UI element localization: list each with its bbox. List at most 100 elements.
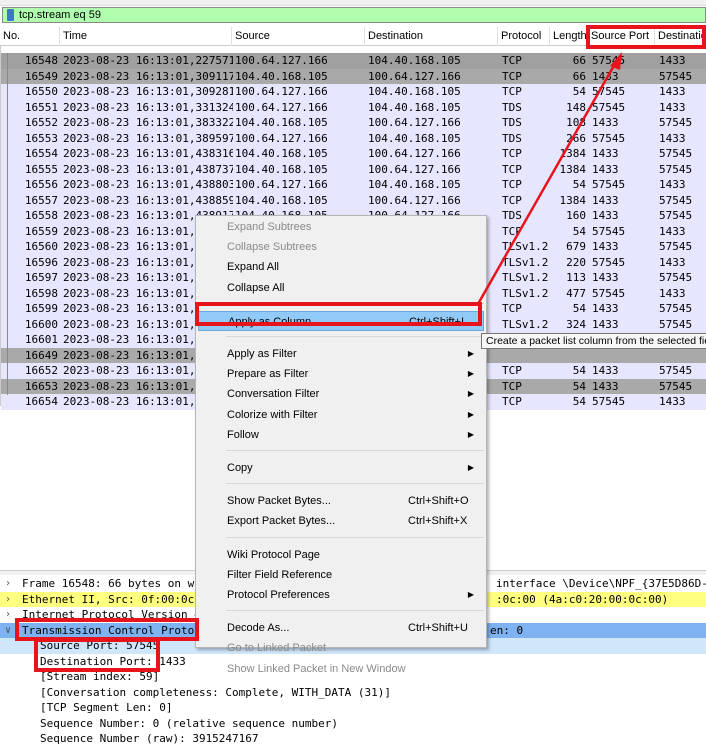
column-header-time[interactable]: Time — [60, 27, 232, 46]
column-header-source[interactable]: Source — [232, 27, 365, 46]
packet-row[interactable]: 16549 2023-08-23 16:13:01,309117 104.40.16… — [1, 68, 706, 84]
menu-item-apply-as-filter[interactable]: Apply as Filter ▶ — [198, 344, 484, 364]
menu-item-show-linked-packet-in-new-window[interactable]: Show Linked Packet in New Window — [198, 659, 484, 679]
menu-item-copy[interactable]: Copy ▶ — [198, 458, 484, 478]
menu-item-show-packet-bytes[interactable]: Show Packet Bytes... Ctrl+Shift+O — [198, 491, 484, 511]
cell-proto: TDS — [502, 116, 522, 129]
detail-text: Ethernet II, Src: 0f:00:0c: — [22, 592, 201, 606]
cell-src: 104.40.168.105 — [235, 147, 328, 160]
chevron-right-icon[interactable]: › — [5, 592, 11, 608]
detail-text-right: :0c:00 (4a:c0:20:00:0c:00) — [496, 592, 669, 606]
menu-item-prepare-as-filter[interactable]: Prepare as Filter ▶ — [198, 364, 484, 384]
bookmark-icon[interactable] — [7, 9, 14, 21]
menu-item-export-packet-bytes[interactable]: Export Packet Bytes... Ctrl+Shift+X — [198, 511, 484, 531]
detail-line[interactable]: Sequence Number: 0 (relative sequence nu… — [0, 716, 706, 732]
cell-no: 16552 — [24, 116, 58, 129]
cell-dst: 100.64.127.166 — [368, 147, 461, 160]
cell-proto: TLSv1.2 — [502, 271, 549, 284]
cell-sp: 1433 — [592, 69, 619, 83]
chevron-right-icon[interactable]: › — [5, 576, 11, 592]
cell-dp: 57545 — [659, 317, 693, 331]
packet-row[interactable]: 16548 2023-08-23 16:13:01,227571 100.64.12… — [1, 53, 706, 69]
detail-line[interactable]: [Conversation completeness: Complete, WI… — [0, 685, 706, 701]
cell-len: 266 — [566, 131, 586, 145]
menu-item-shortcut: Ctrl+Shift+X — [408, 515, 468, 528]
cell-no: 16557 — [24, 193, 58, 207]
cell-proto: TDS — [502, 131, 522, 145]
cell-dp: 1433 — [659, 85, 686, 98]
menu-item-label: Protocol Preferences — [227, 589, 330, 601]
menu-item-wiki-protocol-page[interactable]: Wiki Protocol Page — [198, 545, 484, 565]
menu-separator — [226, 610, 484, 612]
menu-item-decode-as[interactable]: Decode As... Ctrl+Shift+U — [198, 618, 484, 638]
menu-item-follow[interactable]: Follow ▶ — [198, 425, 484, 445]
menu-item-filter-field-reference[interactable]: Filter Field Reference — [198, 565, 484, 585]
menu-item-conversation-filter[interactable]: Conversation Filter ▶ — [198, 384, 484, 404]
menu-item-apply-as-column[interactable]: Apply as Column Ctrl+Shift+I — [198, 310, 484, 331]
display-filter-bar[interactable]: tcp.stream eq 59 — [2, 7, 706, 23]
cell-proto: TCP — [502, 379, 522, 393]
detail-line[interactable]: [TCP Segment Len: 0] — [0, 700, 706, 716]
packet-row[interactable]: 16557 2023-08-23 16:13:01,438859 104.40.16… — [1, 192, 706, 208]
column-header-length[interactable]: Length — [550, 27, 588, 46]
packet-row[interactable]: 16550 2023-08-23 16:13:01,309281 100.64.12… — [1, 84, 706, 100]
menu-item-label: Colorize with Filter — [227, 408, 318, 421]
cell-src: 100.64.127.166 — [235, 85, 328, 98]
cell-dp: 1433 — [659, 395, 686, 408]
cell-sp: 1433 — [592, 379, 619, 393]
cell-dp: 1433 — [659, 224, 686, 238]
packet-row[interactable]: 16554 2023-08-23 16:13:01,438316 104.40.16… — [1, 146, 706, 162]
chevron-down-icon[interactable]: ∨ — [5, 623, 11, 639]
cell-dp: 57545 — [659, 147, 693, 160]
cell-len: 54 — [572, 224, 586, 238]
packet-row[interactable]: 16556 2023-08-23 16:13:01,438803 100.64.12… — [1, 177, 706, 193]
packet-row[interactable]: 16553 2023-08-23 16:13:01,389597 100.64.12… — [1, 130, 706, 146]
cell-len: 66 — [572, 54, 586, 67]
cell-dst: 104.40.168.105 — [368, 85, 461, 98]
menu-item-expand-all[interactable]: Expand All — [198, 257, 484, 277]
cell-sp: 57545 — [592, 100, 626, 114]
column-header-no[interactable]: No. — [0, 27, 60, 46]
chevron-right-icon[interactable]: › — [5, 607, 11, 623]
detail-text: [TCP Segment Len: 0] — [40, 701, 173, 714]
display-filter-input[interactable]: tcp.stream eq 59 — [19, 9, 101, 21]
cell-src: 104.40.168.105 — [235, 116, 328, 129]
packet-row[interactable]: 16552 2023-08-23 16:13:01,383322 104.40.16… — [1, 115, 706, 131]
cell-no: 16548 — [24, 54, 58, 67]
menu-item-collapse-subtrees[interactable]: Collapse Subtrees — [198, 237, 484, 257]
column-header-protocol[interactable]: Protocol — [498, 27, 550, 46]
cell-len: 1384 — [559, 147, 587, 160]
cell-no: 16555 — [24, 162, 58, 176]
cell-no: 16550 — [24, 85, 58, 98]
cell-len: 160 — [566, 209, 586, 222]
menu-item-collapse-all[interactable]: Collapse All — [198, 278, 484, 298]
cell-proto: TCP — [502, 162, 522, 176]
cell-proto: TLSv1.2 — [502, 240, 549, 253]
cell-no: 16601 — [24, 333, 58, 346]
cell-dp: 57545 — [659, 193, 693, 207]
cell-time: 2023-08-23 16:13:01,438803 — [63, 178, 233, 191]
detail-text: Sequence Number (raw): 3915247167 — [40, 732, 259, 745]
menu-item-go-to-linked-packet[interactable]: Go to Linked Packet — [198, 638, 484, 658]
packet-row[interactable]: 16555 2023-08-23 16:13:01,438737 104.40.16… — [1, 161, 706, 177]
cell-no: 16556 — [24, 178, 58, 191]
submenu-arrow-icon: ▶ — [467, 590, 474, 599]
packet-row[interactable]: 16551 2023-08-23 16:13:01,331324 100.64.12… — [1, 99, 706, 115]
cell-no: 16553 — [24, 131, 58, 145]
cell-no: 16559 — [24, 224, 58, 238]
detail-text: [Conversation completeness: Complete, WI… — [40, 685, 391, 699]
cell-dp: 1433 — [659, 255, 686, 269]
menu-item-colorize-with-filter[interactable]: Colorize with Filter ▶ — [198, 405, 484, 425]
column-header-destination-port[interactable]: Destination — [655, 27, 706, 46]
menu-item-protocol-preferences[interactable]: Protocol Preferences ▶ — [198, 585, 484, 605]
column-header-destination[interactable]: Destination — [365, 27, 498, 46]
detail-line[interactable]: Sequence Number (raw): 3915247167 — [0, 731, 706, 747]
column-header-source-port[interactable]: Source Port — [588, 27, 655, 46]
cell-dst: 104.40.168.105 — [368, 54, 461, 67]
cell-src: 100.64.127.166 — [235, 54, 328, 67]
cell-len: 54 — [572, 178, 586, 191]
menu-separator — [226, 536, 484, 538]
menu-item-expand-subtrees[interactable]: Expand Subtrees — [198, 217, 484, 237]
cell-dst: 100.64.127.166 — [368, 69, 461, 83]
menu-separator — [226, 450, 484, 451]
